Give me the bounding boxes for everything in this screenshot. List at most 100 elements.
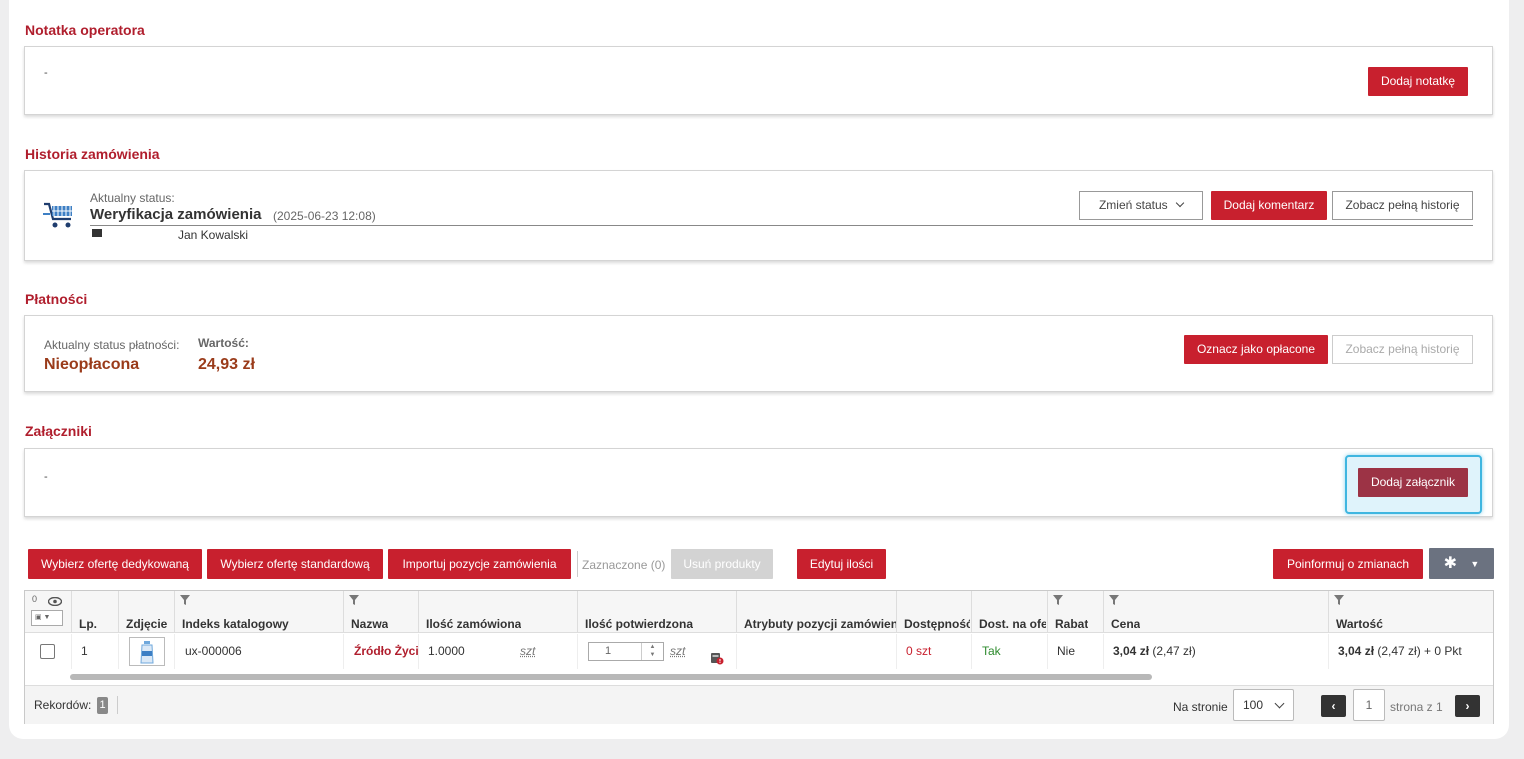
- scrollbar-thumb[interactable]: [70, 674, 1152, 680]
- filter-icon[interactable]: [1334, 595, 1344, 605]
- grid-header-select: 0 ▣ ▼: [25, 591, 72, 633]
- per-page-value: 100: [1243, 698, 1264, 712]
- history-status-date: (2025-06-23 12:08): [273, 209, 376, 223]
- eye-icon[interactable]: [47, 595, 63, 609]
- row-checkbox[interactable]: [40, 644, 55, 659]
- payment-amount-value: 24,93 zł: [198, 356, 255, 373]
- payment-status-label: Aktualny status płatności:: [44, 338, 180, 352]
- selected-count: Zaznaczone (0): [582, 558, 666, 572]
- notify-changes-button[interactable]: Poinformuj o zmianach: [1273, 549, 1423, 579]
- page-of-label: strona z 1: [1390, 700, 1443, 714]
- visible-count: 0: [32, 594, 38, 604]
- select-all-dropdown[interactable]: ▣ ▼: [31, 610, 63, 626]
- filter-icon[interactable]: [180, 595, 190, 605]
- payment-amount-label: Wartość:: [198, 336, 249, 350]
- col-attributes[interactable]: Atrybuty pozycji zamówienia: [737, 591, 897, 633]
- col-photo[interactable]: Zdjęcie: [119, 591, 175, 633]
- payment-status-value: Nieopłacona: [44, 356, 140, 373]
- payments-title: Płatności: [25, 291, 88, 307]
- row-photo-cell: [119, 634, 175, 669]
- mark-paid-button[interactable]: Oznacz jako opłacone: [1184, 335, 1328, 364]
- grid-footer: Rekordów: 1 Na stronie 100 ‹ 1 strona z …: [25, 685, 1493, 724]
- footer-divider: [117, 696, 118, 714]
- edit-quantities-button[interactable]: Edytuj ilości: [797, 549, 886, 579]
- next-page-button[interactable]: ›: [1455, 695, 1480, 717]
- tools-icon: ✱: [1443, 555, 1458, 572]
- operator-note-content: -: [44, 67, 48, 79]
- stock-warning-icon[interactable]: [710, 644, 724, 669]
- row-value-rest: (2,47 zł) + 0 Pkt: [1377, 644, 1462, 658]
- row-discount: Nie: [1048, 634, 1104, 669]
- row-index: ux-000006: [175, 634, 344, 669]
- records-label: Rekordów:: [34, 698, 92, 712]
- import-positions-button[interactable]: Importuj pozycje zamówienia: [388, 549, 571, 579]
- dedicated-offer-button[interactable]: Wybierz ofertę dedykowaną: [28, 549, 202, 579]
- col-confirmed-qty[interactable]: Ilość potwierdzona: [578, 591, 737, 633]
- row-value: 3,04 zł (2,47 zł) + 0 Pkt: [1329, 634, 1493, 669]
- operator-note-title: Notatka operatora: [25, 22, 145, 38]
- col-index[interactable]: Indeks katalogowy: [175, 591, 344, 633]
- row-attributes: [737, 634, 897, 669]
- row-lp: 1: [72, 634, 119, 669]
- row-confirmed-cell: 1 ▲ ▼ szt: [578, 634, 737, 669]
- row-name-link[interactable]: Źródło Życia: [344, 634, 419, 669]
- row-price-gross: 3,04 zł: [1113, 644, 1150, 658]
- history-status-value: Weryfikacja zamówienia: [90, 206, 262, 223]
- payment-history-button[interactable]: Zobacz pełną historię: [1332, 335, 1473, 364]
- add-attachment-button[interactable]: Dodaj załącznik: [1358, 468, 1468, 497]
- row-availability: 0 szt: [897, 634, 972, 669]
- chevron-down-icon: [1274, 698, 1285, 709]
- row-ordered-qty: 1.0000: [428, 644, 465, 658]
- horizontal-scrollbar[interactable]: [25, 671, 1493, 683]
- col-on-offer[interactable]: Dost. na ofercie: [972, 591, 1048, 633]
- confirmed-qty-stepper[interactable]: 1 ▲ ▼: [588, 642, 664, 661]
- attachments-title: Załączniki: [25, 423, 92, 439]
- row-price-net: (2,47 zł): [1152, 644, 1196, 658]
- col-discount[interactable]: Rabat: [1048, 591, 1104, 633]
- comment-flag-icon: [92, 229, 102, 237]
- history-status-label: Aktualny status:: [90, 191, 175, 205]
- row-ordered-unit: szt: [520, 644, 536, 658]
- history-divider: [90, 225, 1473, 226]
- add-comment-button[interactable]: Dodaj komentarz: [1211, 191, 1327, 220]
- standard-offer-button[interactable]: Wybierz ofertę standardową: [207, 549, 383, 579]
- row-ordered-cell: 1.0000 szt: [419, 634, 578, 669]
- positions-grid: 0 ▣ ▼ Lp. Zdjęcie Indeks katalogowy Nazw…: [24, 590, 1494, 724]
- tools-menu-button[interactable]: ✱ ▼: [1429, 548, 1494, 579]
- row-on-offer: Tak: [972, 634, 1048, 669]
- history-panel: Aktualny status: Weryfikacja zamówienia …: [24, 170, 1493, 261]
- col-value[interactable]: Wartość: [1329, 591, 1493, 633]
- col-price[interactable]: Cena: [1104, 591, 1329, 633]
- records-count: 1: [97, 697, 108, 714]
- full-history-button[interactable]: Zobacz pełną historię: [1332, 191, 1473, 220]
- col-ordered-qty[interactable]: Ilość zamówiona: [419, 591, 578, 633]
- row-price: 3,04 zł (2,47 zł): [1104, 634, 1329, 669]
- col-lp[interactable]: Lp.: [72, 591, 119, 633]
- toolbar-divider: [577, 551, 578, 577]
- attachments-panel: - Dodaj załącznik: [24, 448, 1493, 517]
- filter-icon[interactable]: [1109, 595, 1119, 605]
- row-checkbox-cell: [25, 634, 72, 669]
- per-page-select[interactable]: 100: [1233, 689, 1294, 721]
- row-confirmed-unit: szt: [670, 644, 686, 658]
- chevron-down-icon: [1175, 198, 1185, 208]
- per-page-label: Na stronie: [1173, 700, 1228, 714]
- history-title: Historia zamówienia: [25, 146, 160, 162]
- filter-icon[interactable]: [1053, 595, 1063, 605]
- filter-icon[interactable]: [349, 595, 359, 605]
- row-value-gross: 3,04 zł: [1338, 644, 1375, 658]
- cart-status-icon: [43, 200, 77, 233]
- col-name[interactable]: Nazwa: [344, 591, 419, 633]
- payments-panel: Aktualny status płatności: Nieopłacona W…: [24, 315, 1493, 392]
- product-thumbnail[interactable]: [129, 637, 165, 666]
- page-input[interactable]: 1: [1353, 689, 1385, 721]
- add-note-button[interactable]: Dodaj notatkę: [1368, 67, 1468, 96]
- change-status-button[interactable]: Zmień status: [1079, 191, 1203, 220]
- prev-page-button[interactable]: ‹: [1321, 695, 1346, 717]
- table-row[interactable]: 1 ux-000006 Źródło Życia 1.0000 szt 1 ▲ ▼…: [25, 634, 1493, 669]
- operator-note-panel: - Dodaj notatkę: [24, 46, 1493, 115]
- remove-products-button[interactable]: Usuń produkty: [671, 549, 773, 579]
- caret-down-icon: ▼: [1470, 559, 1480, 569]
- stepper-arrows-icon[interactable]: ▲ ▼: [641, 643, 663, 660]
- col-availability[interactable]: Dostępność: [897, 591, 972, 633]
